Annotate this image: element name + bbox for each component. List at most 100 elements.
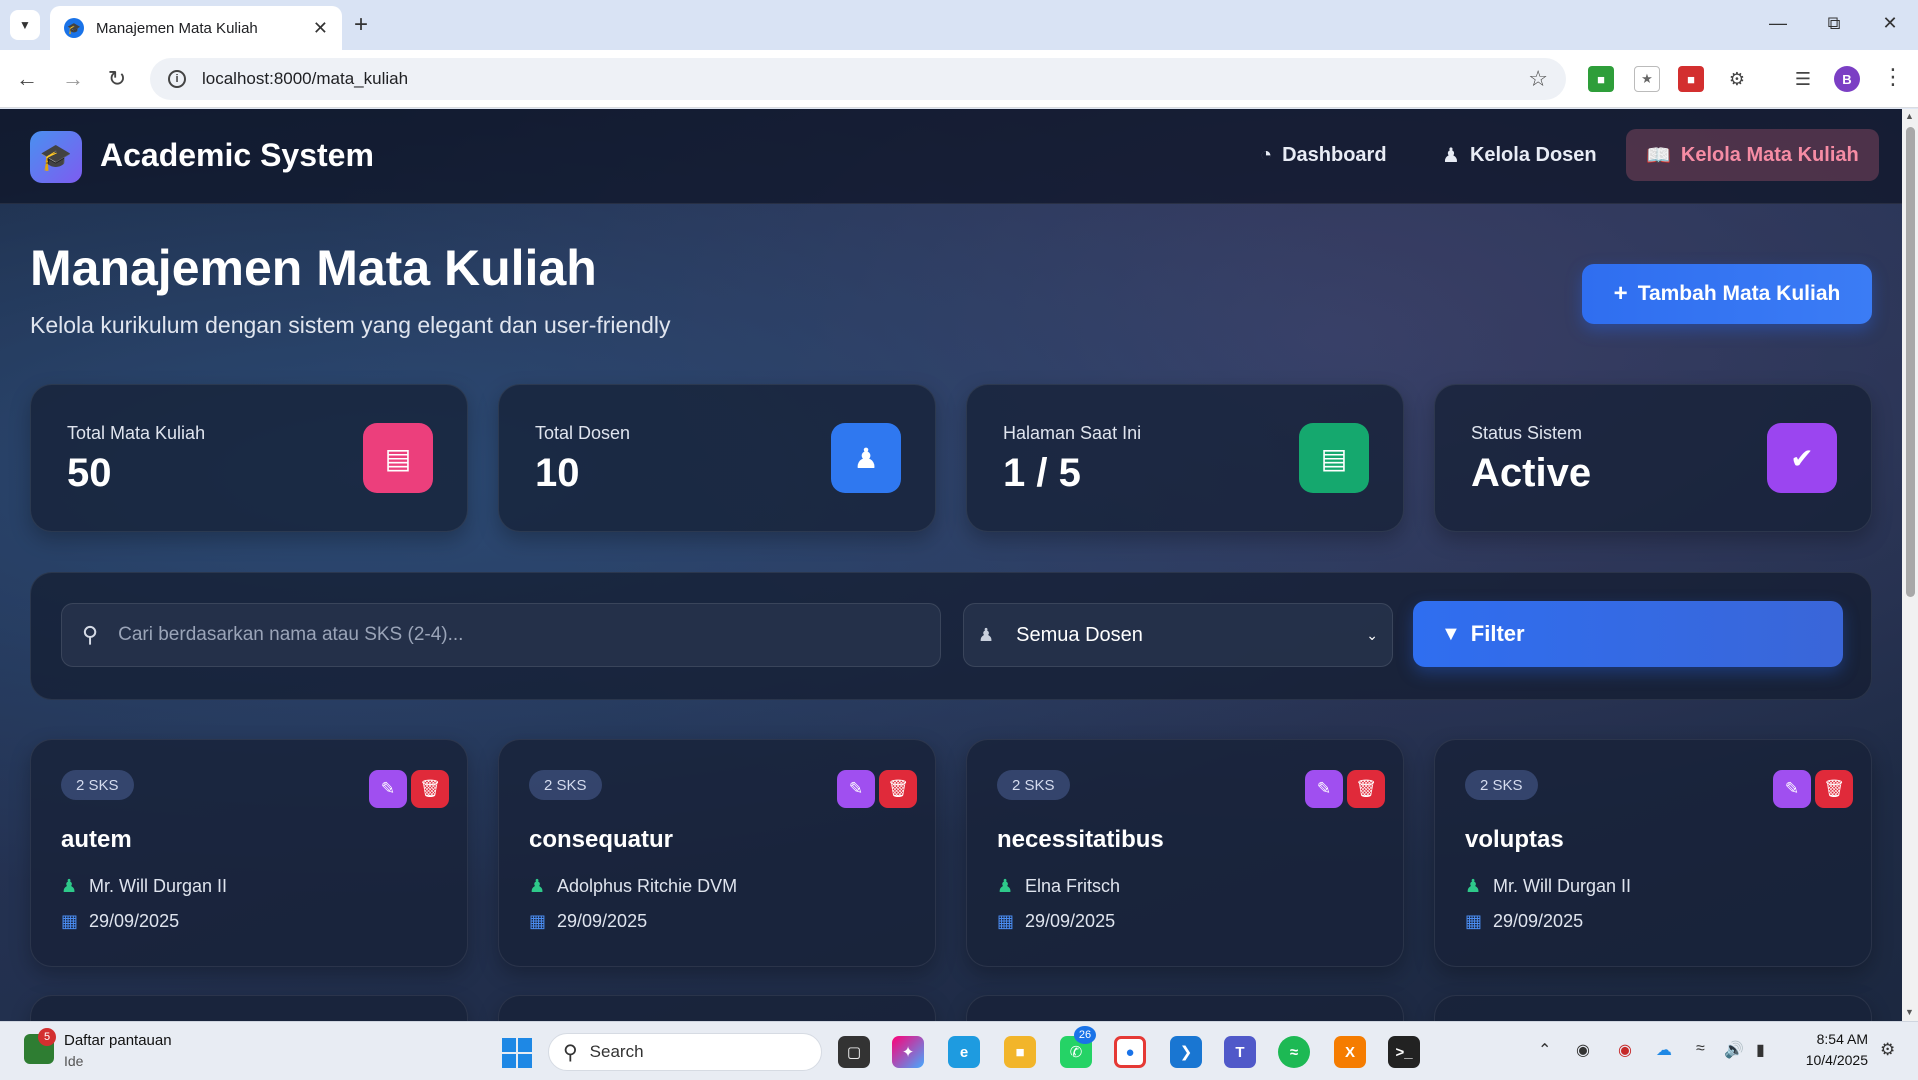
scroll-up-icon[interactable]: ▲ <box>1905 111 1914 121</box>
battery-icon[interactable]: ▮ <box>1756 1040 1765 1060</box>
clock-date[interactable]: 10/4/2025 <box>1790 1052 1868 1068</box>
stat-value: 50 <box>67 451 112 495</box>
funnel-icon: ▼ <box>1441 622 1461 645</box>
course-card[interactable]: 2 SKS ✎ 🗑 voluptas ♟ Mr. Will Durgan II … <box>1434 739 1872 967</box>
restore-icon[interactable]: ⧉ <box>1814 8 1854 38</box>
back-arrow-icon[interactable]: ← <box>12 64 42 94</box>
book-open-icon: 📖 <box>1646 144 1671 167</box>
sks-badge: 2 SKS <box>61 770 134 800</box>
file-explorer-icon[interactable]: ■ <box>1004 1036 1036 1068</box>
minimize-icon[interactable]: — <box>1758 8 1798 38</box>
course-card[interactable] <box>1434 995 1872 1021</box>
edit-icon[interactable]: ✎ <box>837 770 875 808</box>
tray-app-icon[interactable]: ◉ <box>1576 1040 1590 1060</box>
vscode-icon[interactable]: ❯ <box>1170 1036 1202 1068</box>
add-course-label: Tambah Mata Kuliah <box>1637 282 1841 305</box>
course-card[interactable]: 2 SKS ✎ 🗑 necessitatibus ♟ Elna Fritsch … <box>966 739 1404 967</box>
course-date: ▦ 29/09/2025 <box>997 911 1115 932</box>
trash-icon[interactable]: 🗑 <box>1815 770 1853 808</box>
clock-time[interactable]: 8:54 AM <box>1806 1031 1868 1047</box>
teams-icon[interactable]: T <box>1224 1036 1256 1068</box>
windows-start-icon[interactable] <box>502 1038 532 1068</box>
edit-icon[interactable]: ✎ <box>1773 770 1811 808</box>
trash-icon[interactable]: 🗑 <box>411 770 449 808</box>
browser-menu-icon[interactable]: ⋮ <box>1882 64 1904 90</box>
new-tab-button[interactable]: + <box>354 10 368 40</box>
sks-badge: 2 SKS <box>997 770 1070 800</box>
wifi-icon[interactable]: ≈ <box>1696 1040 1705 1058</box>
course-card[interactable] <box>966 995 1404 1021</box>
person-icon: ♟ <box>61 876 78 896</box>
reload-icon[interactable]: ↻ <box>102 64 132 94</box>
trash-icon[interactable]: 🗑 <box>1347 770 1385 808</box>
nav-kelola-mata-kuliah[interactable]: 📖 Kelola Mata Kuliah <box>1626 129 1879 181</box>
course-card[interactable]: 2 SKS ✎ 🗑 consequatur ♟ Adolphus Ritchie… <box>498 739 936 967</box>
site-info-icon[interactable]: i <box>168 70 186 88</box>
search-box[interactable]: ⚲ <box>61 603 941 667</box>
stat-card-halaman: Halaman Saat Ini 1 / 5 ▤ <box>966 384 1404 532</box>
course-name: consequatur <box>529 826 674 853</box>
taskbar-search[interactable]: ⚲ Search <box>548 1033 822 1071</box>
whatsapp-badge: 26 <box>1074 1026 1096 1044</box>
page-scrollbar[interactable]: ▲ ▼ <box>1902 109 1918 1021</box>
edit-icon[interactable]: ✎ <box>1305 770 1343 808</box>
course-card[interactable] <box>30 995 468 1021</box>
filter-button-label: Filter <box>1470 621 1525 646</box>
media-control-icon[interactable]: ☰ <box>1790 66 1816 92</box>
search-input[interactable] <box>118 624 920 646</box>
shield-extension-icon[interactable]: ★ <box>1634 66 1660 92</box>
volume-icon[interactable]: 🔊 <box>1724 1040 1744 1060</box>
widget-title[interactable]: Daftar pantauan <box>64 1032 172 1049</box>
chrome-icon[interactable]: ● <box>1114 1036 1146 1068</box>
dosen-select[interactable]: ♟ Semua Dosen ⌄ <box>963 603 1393 667</box>
stat-value: 10 <box>535 451 580 495</box>
course-date: ▦ 29/09/2025 <box>529 911 647 932</box>
terminal-icon[interactable]: >_ <box>1388 1036 1420 1068</box>
person-icon: ♟ <box>529 876 546 896</box>
close-tab-icon[interactable]: ✕ <box>313 18 328 39</box>
add-course-button[interactable]: + Tambah Mata Kuliah <box>1582 264 1872 324</box>
edge-icon[interactable]: e <box>948 1036 980 1068</box>
course-name: voluptas <box>1465 826 1564 853</box>
forward-arrow-icon[interactable]: → <box>58 64 88 94</box>
xampp-icon[interactable]: X <box>1334 1036 1366 1068</box>
notification-bell-icon[interactable]: ⚙ <box>1880 1040 1895 1060</box>
extension-icon-3[interactable]: ■ <box>1678 66 1704 92</box>
course-name: autem <box>61 826 132 853</box>
graduation-cap-logo-icon[interactable]: 🎓 <box>30 131 82 183</box>
copilot-icon[interactable]: ✦ <box>892 1036 924 1068</box>
course-card[interactable] <box>498 995 936 1021</box>
edit-icon[interactable]: ✎ <box>369 770 407 808</box>
browser-tab[interactable]: 🎓 Manajemen Mata Kuliah ✕ <box>50 6 342 50</box>
address-bar[interactable]: i localhost:8000/mata_kuliah ☆ <box>150 58 1566 100</box>
course-card[interactable]: 2 SKS ✎ 🗑 autem ♟ Mr. Will Durgan II ▦ 2… <box>30 739 468 967</box>
nav-kelola-dosen[interactable]: ♟ Kelola Dosen <box>1422 129 1617 181</box>
course-lecturer: ♟ Mr. Will Durgan II <box>1465 876 1631 897</box>
extensions-puzzle-icon[interactable]: ⚙ <box>1724 66 1750 92</box>
onedrive-icon[interactable]: ☁ <box>1656 1040 1672 1060</box>
stat-card-total-dosen: Total Dosen 10 ♟ <box>498 384 936 532</box>
taskbar: 5 Daftar pantauan Ide ⚲ Search ▢ ✦ e ■ ✆… <box>0 1021 1918 1080</box>
filter-button[interactable]: ▼ Filter <box>1413 601 1843 667</box>
course-lecturer: ♟ Mr. Will Durgan II <box>61 876 227 897</box>
scroll-thumb[interactable] <box>1906 127 1915 597</box>
profile-avatar[interactable]: B <box>1834 66 1860 92</box>
tab-search-button[interactable]: ▼ <box>10 10 40 40</box>
task-view-icon[interactable]: ▢ <box>838 1036 870 1068</box>
nav-dashboard[interactable]: ◔ Dashboard <box>1240 129 1407 181</box>
tray-error-icon[interactable]: ◉ <box>1618 1040 1632 1060</box>
course-date-value: 29/09/2025 <box>1025 911 1116 931</box>
url-text[interactable]: localhost:8000/mata_kuliah <box>202 69 1528 89</box>
widget-subtitle[interactable]: Ide <box>64 1053 83 1069</box>
bookmark-star-icon[interactable]: ☆ <box>1528 66 1548 92</box>
scroll-down-icon[interactable]: ▼ <box>1905 1007 1914 1017</box>
close-window-icon[interactable]: ✕ <box>1870 8 1910 38</box>
trash-icon[interactable]: 🗑 <box>879 770 917 808</box>
page-title: Manajemen Mata Kuliah <box>30 240 597 296</box>
tray-chevron-up-icon[interactable]: ⌃ <box>1538 1040 1551 1060</box>
spotify-icon[interactable]: ≈ <box>1278 1036 1310 1068</box>
course-date: ▦ 29/09/2025 <box>61 911 179 932</box>
brand-name[interactable]: Academic System <box>100 137 374 174</box>
course-name: necessitatibus <box>997 826 1164 853</box>
extension-icon-1[interactable]: ■ <box>1588 66 1614 92</box>
